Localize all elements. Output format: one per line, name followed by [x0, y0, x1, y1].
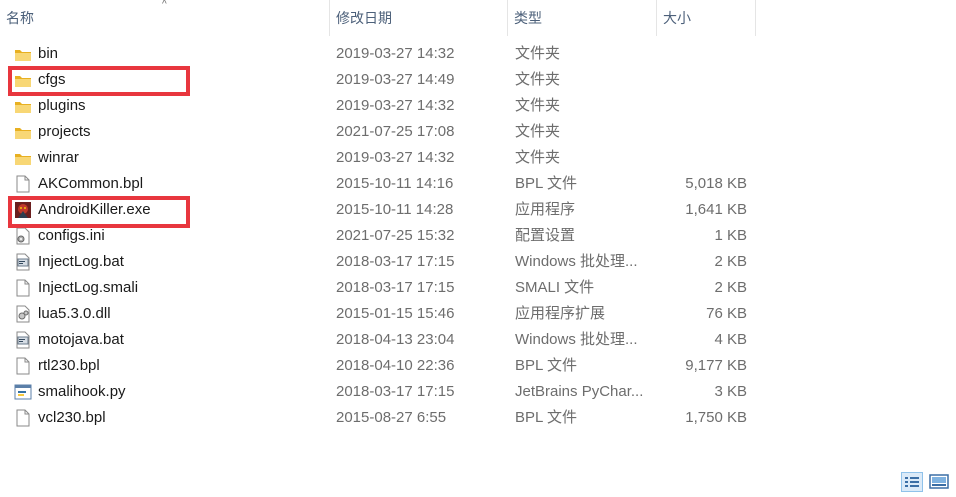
file-row[interactable]: AKCommon.bpl 2015-10-11 14:16 BPL 文件 5,018 …	[0, 171, 760, 197]
folder-icon	[15, 154, 31, 165]
file-type: 应用程序	[515, 201, 576, 218]
file-size	[660, 145, 747, 171]
file-type: BPL 文件	[515, 175, 577, 192]
file-row[interactable]: vcl230.bpl 2015-08-27 6:55 BPL 文件 1,750 KB	[0, 405, 760, 431]
file-type: BPL 文件	[515, 357, 577, 374]
column-header-type-label: 类型	[514, 10, 542, 26]
file-modified-date: 2019-03-27 14:32	[336, 149, 455, 166]
file-row[interactable]: lua5.3.0.dll 2015-01-15 15:46 应用程序扩展 76 KB	[0, 301, 760, 327]
file-name: InjectLog.smali	[38, 279, 139, 296]
file-modified-date: 2019-03-27 14:49	[336, 71, 455, 88]
batch-file-icon	[16, 253, 30, 271]
file-row[interactable]: rtl230.bpl 2018-04-10 22:36 BPL 文件 9,177 KB	[0, 353, 760, 379]
file-name: AKCommon.bpl	[38, 175, 144, 192]
batch-file-icon	[16, 331, 30, 349]
file-size: 5,018 KB	[685, 175, 747, 192]
file-icon	[16, 279, 30, 297]
file-modified-date: 2015-10-11 14:16	[336, 175, 454, 192]
file-row[interactable]: plugins 2019-03-27 14:32 文件夹	[0, 93, 760, 119]
column-header-date-label: 修改日期	[336, 10, 392, 26]
file-size: 3 KB	[714, 383, 747, 400]
column-header-name-label: 名称	[6, 10, 34, 26]
file-modified-date: 2018-04-13 23:04	[336, 331, 455, 348]
file-size: 1 KB	[714, 227, 747, 244]
dll-file-icon	[16, 305, 30, 323]
file-type: Windows 批处理...	[515, 253, 638, 270]
file-modified-date: 2018-03-17 17:15	[336, 279, 455, 296]
file-name: smalihook.py	[38, 383, 126, 400]
file-modified-date: 2021-07-25 17:08	[336, 123, 455, 140]
file-name: motojava.bat	[38, 331, 124, 348]
folder-icon	[15, 50, 31, 61]
file-size: 1,750 KB	[685, 409, 747, 426]
file-size: 4 KB	[714, 331, 747, 348]
highlight-box-androidkiller	[8, 196, 190, 228]
file-modified-date: 2015-08-27 6:55	[336, 409, 447, 426]
file-type: JetBrains PyChar...	[515, 383, 644, 400]
file-name: InjectLog.bat	[38, 253, 124, 270]
file-size	[660, 93, 747, 119]
file-type: 文件夹	[515, 123, 561, 140]
file-row[interactable]: InjectLog.smali 2018-03-17 17:15 SMALI 文件 2…	[0, 275, 760, 301]
file-name: plugins	[38, 97, 86, 114]
file-name: lua5.3.0.dll	[38, 305, 111, 322]
file-type: SMALI 文件	[515, 279, 595, 296]
config-file-icon	[16, 227, 30, 245]
file-type: 文件夹	[515, 71, 561, 88]
file-modified-date: 2019-03-27 14:32	[336, 45, 455, 62]
file-modified-date: 2021-07-25 15:32	[336, 227, 455, 244]
file-type: BPL 文件	[515, 409, 577, 426]
file-size: 1,641 KB	[685, 201, 747, 218]
file-icon	[16, 357, 30, 375]
file-row[interactable]: projects 2021-07-25 17:08 文件夹	[0, 119, 760, 145]
file-size	[660, 41, 747, 67]
file-modified-date: 2015-10-11 14:28	[336, 201, 454, 218]
column-header-type[interactable]: 类型	[507, 0, 656, 36]
folder-icon	[15, 128, 31, 139]
column-header-name[interactable]: 名称 ^	[0, 0, 328, 36]
file-type: Windows 批处理...	[515, 331, 638, 348]
large-icons-view-icon	[929, 474, 949, 489]
column-header-size-label: 大小	[663, 10, 691, 26]
file-row[interactable]: smalihook.py 2018-03-17 17:15 JetBrains Py…	[0, 379, 760, 405]
file-modified-date: 2018-04-10 22:36	[336, 357, 455, 374]
file-modified-date: 2018-03-17 17:15	[336, 253, 455, 270]
column-header-bar: 名称 ^ 修改日期 类型 大小	[0, 0, 956, 36]
column-header-date[interactable]: 修改日期	[329, 0, 507, 36]
details-view-button[interactable]	[901, 472, 923, 492]
folder-icon	[15, 102, 31, 113]
file-size: 2 KB	[714, 253, 747, 270]
file-size: 76 KB	[706, 305, 747, 322]
file-row[interactable]: winrar 2019-03-27 14:32 文件夹	[0, 145, 760, 171]
file-size: 9,177 KB	[685, 357, 747, 374]
file-modified-date: 2015-01-15 15:46	[336, 305, 455, 322]
file-row[interactable]: InjectLog.bat 2018-03-17 17:15 Windows 批处理…	[0, 249, 760, 275]
file-size: 2 KB	[714, 279, 747, 296]
file-type: 文件夹	[515, 149, 561, 166]
column-header-size[interactable]: 大小	[656, 0, 756, 36]
details-view-icon	[905, 477, 919, 487]
file-name: winrar	[38, 149, 79, 166]
highlight-box-cfgs	[8, 66, 190, 96]
file-type: 文件夹	[515, 45, 561, 62]
file-icon	[16, 409, 30, 427]
file-icon	[16, 175, 30, 193]
file-name: vcl230.bpl	[38, 409, 106, 426]
file-row[interactable]: bin 2019-03-27 14:32 文件夹	[0, 41, 760, 67]
file-name: rtl230.bpl	[38, 357, 100, 374]
file-name: projects	[38, 123, 91, 140]
file-size	[660, 67, 747, 93]
file-name: bin	[38, 45, 59, 62]
large-icons-view-button[interactable]	[928, 472, 950, 492]
file-size	[660, 119, 747, 145]
file-modified-date: 2018-03-17 17:15	[336, 383, 455, 400]
file-type: 文件夹	[515, 97, 561, 114]
file-row[interactable]: motojava.bat 2018-04-13 23:04 Windows 批处理.…	[0, 327, 760, 353]
file-modified-date: 2019-03-27 14:32	[336, 97, 455, 114]
file-type: 应用程序扩展	[515, 305, 606, 322]
sort-up-icon: ^	[162, 0, 167, 10]
python-file-icon	[14, 384, 32, 400]
file-type: 配置设置	[515, 227, 576, 244]
